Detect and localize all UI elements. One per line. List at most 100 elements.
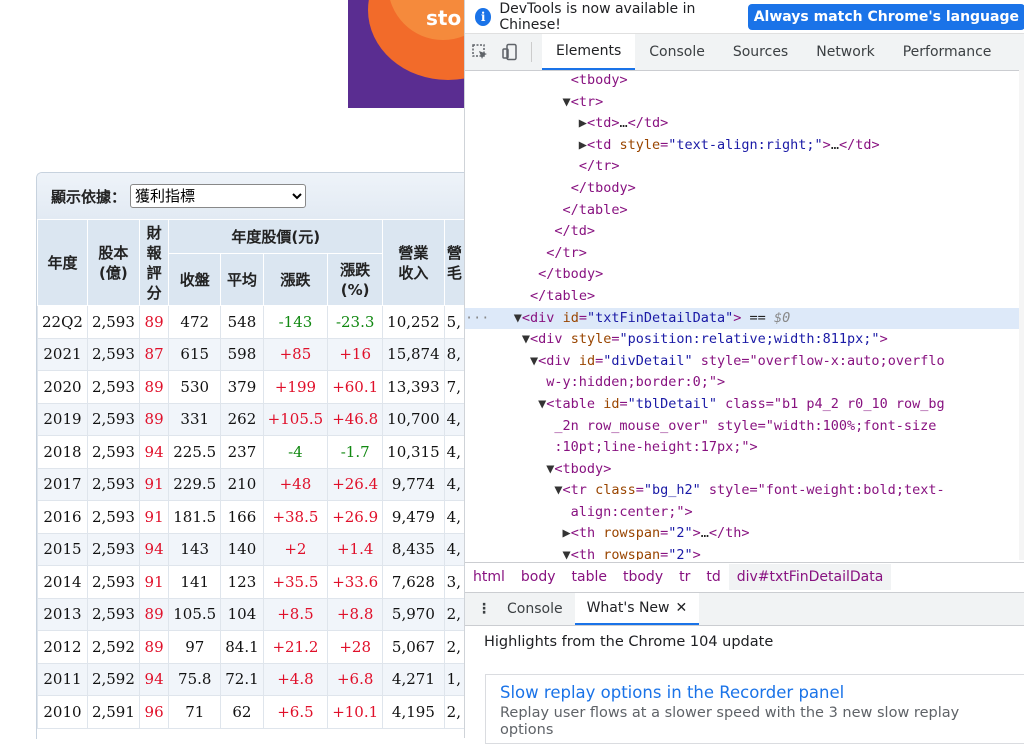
dom-node-line[interactable]: ▶<td style="text-align:right;">…</td> bbox=[465, 135, 1019, 157]
dom-node-line[interactable]: ▼<tbody> bbox=[465, 459, 1019, 481]
table-cell-rev: 9,774 bbox=[382, 467, 445, 501]
table-cell-rating: 89 bbox=[138, 402, 170, 436]
table-cell-close: 229.5 bbox=[168, 467, 222, 501]
table-cell-next: 4, bbox=[443, 467, 465, 501]
whats-new-card[interactable]: Slow replay options in the Recorder pane… bbox=[485, 674, 1024, 744]
elements-dom-tree[interactable]: <tbody> ▼<tr> ▶<td>…</td> ▶<td style="te… bbox=[465, 70, 1019, 560]
dom-node-line[interactable]: ··· ▼<div id="txtFinDetailData"> == $0 bbox=[465, 307, 1019, 330]
device-toolbar-icon[interactable] bbox=[495, 43, 525, 61]
table-cell-pct: +10.1 bbox=[327, 695, 384, 729]
header-change[interactable]: 漲跌 bbox=[262, 253, 329, 306]
header-gross-partial[interactable]: 營 毛 bbox=[443, 219, 465, 306]
breadcrumb-body[interactable]: body bbox=[513, 569, 564, 585]
banner-image: sto bbox=[348, 0, 464, 108]
header-change-pct[interactable]: 漲跌 (%) bbox=[327, 253, 384, 306]
dom-node-line[interactable]: ▼<tr> bbox=[465, 92, 1019, 114]
drawer-tab-whats-new[interactable]: What's New ✕ bbox=[574, 593, 700, 625]
table-cell-capital: 2,593 bbox=[86, 532, 140, 566]
header-revenue[interactable]: 營業 收入 bbox=[382, 219, 445, 306]
tab-elements[interactable]: Elements bbox=[542, 34, 636, 70]
header-rating[interactable]: 財報 評分 bbox=[138, 219, 170, 306]
breadcrumb-table[interactable]: table bbox=[564, 569, 615, 585]
table-cell-rating: 96 bbox=[138, 695, 170, 729]
tab-console[interactable]: Console bbox=[635, 34, 719, 70]
dom-node-line[interactable]: <tbody> bbox=[465, 70, 1019, 92]
table-cell-pct: +16 bbox=[327, 337, 384, 371]
breadcrumb-html[interactable]: html bbox=[465, 569, 513, 585]
header-avg[interactable]: 平均 bbox=[220, 253, 264, 306]
dom-node-line[interactable]: ▼<div id="divDetail" style="overflow-x:a… bbox=[465, 351, 1019, 394]
devtools-panel: i DevTools is now available in Chinese! … bbox=[464, 0, 1024, 744]
table-cell-next: 4, bbox=[443, 402, 465, 436]
header-close[interactable]: 收盤 bbox=[168, 253, 222, 306]
whats-new-heading: Highlights from the Chrome 104 update bbox=[484, 634, 774, 650]
table-cell-pct: +46.8 bbox=[327, 402, 384, 436]
table-cell-capital: 2,591 bbox=[86, 695, 140, 729]
drawer-menu-icon[interactable]: ⋮ bbox=[473, 601, 495, 617]
filter-select[interactable]: 獲利指標 bbox=[130, 184, 307, 208]
table-cell-avg: 123 bbox=[220, 565, 264, 599]
table-cell-avg: 548 bbox=[220, 305, 264, 339]
devtools-infobar: i DevTools is now available in Chinese! … bbox=[465, 0, 1024, 34]
dom-node-line[interactable]: </tr> bbox=[465, 156, 1019, 178]
table-cell-rating: 91 bbox=[138, 467, 170, 501]
breadcrumb-td[interactable]: td bbox=[698, 569, 728, 585]
table-cell-year: 2016 bbox=[37, 500, 88, 534]
table-cell-capital: 2,593 bbox=[86, 402, 140, 436]
table-cell-close: 225.5 bbox=[168, 435, 222, 469]
dom-node-line[interactable]: ▼<table id="tblDetail" class="b1 p4_2 r0… bbox=[465, 394, 1019, 459]
table-cell-rev: 15,874 bbox=[382, 337, 445, 371]
table-cell-capital: 2,593 bbox=[86, 370, 140, 404]
whats-new-card-title[interactable]: Slow replay options in the Recorder pane… bbox=[500, 683, 1011, 702]
dom-node-line[interactable]: ▶<th rowspan="2">…</th> bbox=[465, 523, 1019, 545]
table-cell-close: 530 bbox=[168, 370, 222, 404]
table-cell-rating: 89 bbox=[138, 370, 170, 404]
dom-node-line[interactable]: </table> bbox=[465, 200, 1019, 222]
table-row: 2013 2,593 89 105.5 104 +8.5 +8.8 5,970 2, bbox=[37, 597, 465, 631]
table-cell-capital: 2,593 bbox=[86, 435, 140, 469]
table-cell-capital: 2,593 bbox=[86, 500, 140, 534]
close-icon[interactable]: ✕ bbox=[676, 600, 688, 616]
dom-node-line[interactable]: ▼<th rowspan="2"> bbox=[465, 545, 1019, 560]
table-cell-change: +199 bbox=[262, 370, 329, 404]
filter-label: 顯示依據： bbox=[51, 187, 127, 206]
table-cell-year: 2019 bbox=[37, 402, 88, 436]
financial-panel: 顯示依據： 獲利指標 年度 股本 (億) 財報 評分 年度股價(元) 營業 收入… bbox=[36, 172, 465, 739]
header-year[interactable]: 年度 bbox=[37, 219, 88, 306]
tab-sources[interactable]: Sources bbox=[719, 34, 802, 70]
table-cell-close: 472 bbox=[168, 305, 222, 339]
table-cell-close: 71 bbox=[168, 695, 222, 729]
header-capital[interactable]: 股本 (億) bbox=[86, 219, 140, 306]
match-language-button[interactable]: Always match Chrome's language bbox=[747, 3, 1024, 30]
header-price-group: 年度股價(元) bbox=[168, 219, 384, 254]
inspect-element-icon[interactable] bbox=[465, 43, 495, 61]
dom-node-line[interactable]: ▶<td>…</td> bbox=[465, 113, 1019, 135]
table-cell-rev: 5,067 bbox=[382, 630, 445, 664]
table-cell-pct: +60.1 bbox=[327, 370, 384, 404]
dom-node-line[interactable]: ▼<div style="position:relative;width:811… bbox=[465, 329, 1019, 351]
table-cell-rev: 10,252 bbox=[382, 305, 445, 339]
dom-node-line[interactable]: </tbody> bbox=[465, 178, 1019, 200]
breadcrumb-current-div[interactable]: div#txtFinDetailData bbox=[728, 564, 892, 590]
tab-network[interactable]: Network bbox=[802, 34, 888, 70]
dom-node-line[interactable]: </tbody> bbox=[465, 264, 1019, 286]
dom-tree-scrollbar[interactable] bbox=[1019, 70, 1024, 560]
table-cell-next: 5, bbox=[443, 305, 465, 339]
table-cell-close: 181.5 bbox=[168, 500, 222, 534]
dom-node-line[interactable]: </table> bbox=[465, 286, 1019, 308]
dom-node-line[interactable]: ▼<tr class="bg_h2" style="font-weight:bo… bbox=[465, 480, 1019, 523]
table-cell-change: +38.5 bbox=[262, 500, 329, 534]
table-cell-change: -4 bbox=[262, 435, 329, 469]
table-cell-avg: 262 bbox=[220, 402, 264, 436]
table-cell-capital: 2,593 bbox=[86, 337, 140, 371]
breadcrumb-tbody[interactable]: tbody bbox=[615, 569, 671, 585]
breadcrumb-tr[interactable]: tr bbox=[671, 569, 698, 585]
dom-node-line[interactable]: </td> bbox=[465, 221, 1019, 243]
table-cell-year: 22Q2 bbox=[37, 305, 88, 339]
table-cell-rating: 89 bbox=[138, 630, 170, 664]
drawer-tab-console[interactable]: Console bbox=[495, 593, 575, 625]
table-cell-avg: 140 bbox=[220, 532, 264, 566]
table-cell-avg: 598 bbox=[220, 337, 264, 371]
dom-node-line[interactable]: </tr> bbox=[465, 243, 1019, 265]
tab-performance[interactable]: Performance bbox=[889, 34, 1006, 70]
